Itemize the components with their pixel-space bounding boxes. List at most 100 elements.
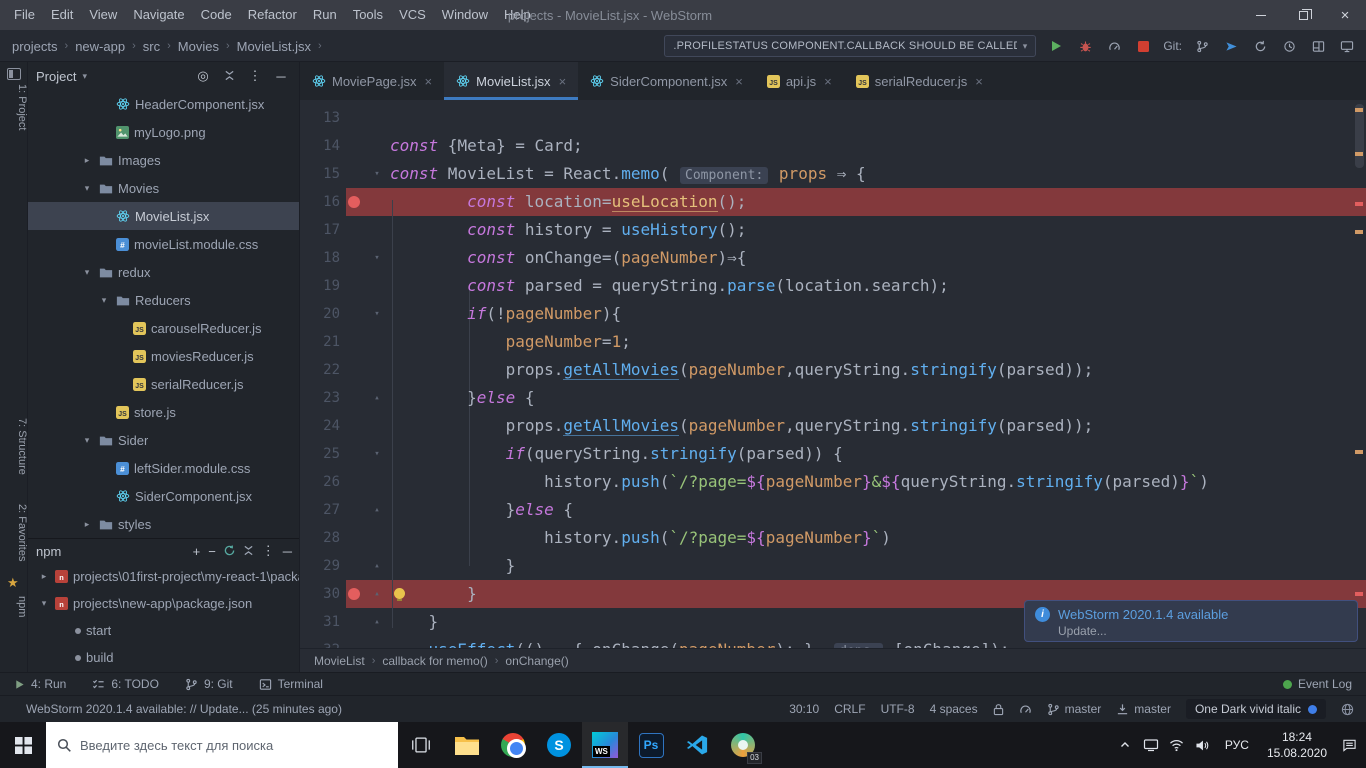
gauge-icon[interactable] bbox=[1019, 703, 1032, 716]
editor-breadcrumb-item[interactable]: callback for memo() bbox=[382, 654, 487, 668]
tree-item[interactable]: MovieList.jsx bbox=[28, 202, 299, 230]
code-line-29[interactable]: 29 ▴ } bbox=[300, 552, 1366, 580]
menu-refactor[interactable]: Refactor bbox=[240, 0, 305, 30]
gutter[interactable] bbox=[344, 608, 366, 636]
fold-icon[interactable]: ▴ bbox=[366, 608, 388, 636]
code-line-18[interactable]: 18 ▾ const onChange=(pageNumber)⇒{ bbox=[300, 244, 1366, 272]
menu-edit[interactable]: Edit bbox=[43, 0, 81, 30]
tree-item[interactable]: ▾ Movies bbox=[28, 174, 299, 202]
code-text[interactable] bbox=[388, 104, 1366, 132]
debug-button[interactable] bbox=[1076, 35, 1094, 57]
chevron-right-icon[interactable]: ▸ bbox=[80, 519, 94, 530]
chevron-down-icon[interactable]: ▾ bbox=[97, 295, 111, 306]
close-icon[interactable]: × bbox=[425, 74, 433, 89]
fold-icon[interactable]: ▴ bbox=[366, 496, 388, 524]
tree-item[interactable]: ▸ styles bbox=[28, 510, 299, 538]
code-text[interactable]: props.getAllMovies(pageNumber,queryStrin… bbox=[388, 356, 1366, 384]
gutter[interactable] bbox=[344, 328, 366, 356]
gutter[interactable] bbox=[344, 104, 366, 132]
scrollbar-thumb[interactable] bbox=[1355, 104, 1364, 168]
locate-file-icon[interactable]: ◎ bbox=[193, 68, 213, 84]
screen-icon[interactable] bbox=[1338, 35, 1356, 57]
chevron-down-icon[interactable]: ▾ bbox=[80, 435, 94, 446]
code-text[interactable]: history.push(`/?page=${pageNumber}&${que… bbox=[388, 468, 1366, 496]
gutter[interactable] bbox=[344, 440, 366, 468]
line-number[interactable]: 13 bbox=[300, 104, 344, 132]
tree-item[interactable]: ▾ Reducers bbox=[28, 286, 299, 314]
code-line-25[interactable]: 25 ▾ if(queryString.stringify(parsed)) { bbox=[300, 440, 1366, 468]
incoming-branch-widget[interactable]: master bbox=[1116, 702, 1171, 716]
fold-icon[interactable]: ▾ bbox=[366, 440, 388, 468]
fold-icon[interactable]: ▴ bbox=[366, 552, 388, 580]
line-number[interactable]: 14 bbox=[300, 132, 344, 160]
gutter[interactable] bbox=[344, 216, 366, 244]
error-mark[interactable] bbox=[1355, 202, 1363, 206]
webstorm-icon[interactable]: WS bbox=[582, 722, 628, 768]
photoshop-icon[interactable]: Ps bbox=[628, 722, 674, 768]
git-history-icon[interactable] bbox=[1280, 35, 1298, 57]
gutter[interactable] bbox=[344, 496, 366, 524]
tree-item[interactable]: ▸ Images bbox=[28, 146, 299, 174]
code-line-19[interactable]: 19 const parsed = queryString.parse(loca… bbox=[300, 272, 1366, 300]
gutter[interactable] bbox=[344, 412, 366, 440]
stop-button[interactable] bbox=[1134, 35, 1152, 57]
close-icon[interactable]: × bbox=[559, 74, 567, 89]
theme-chip[interactable]: One Dark vivid italic bbox=[1185, 699, 1326, 719]
fold-icon[interactable]: ▾ bbox=[366, 244, 388, 272]
npm-item[interactable]: start bbox=[28, 617, 299, 644]
code-text[interactable]: history.push(`/?page=${pageNumber}`) bbox=[388, 524, 1366, 552]
npm-item[interactable]: ▸ n projects\01first-project\my-react-1\pa… bbox=[28, 563, 299, 590]
notification-update-link[interactable]: Update... bbox=[1058, 624, 1228, 638]
refresh-icon[interactable] bbox=[224, 544, 235, 559]
chevron-down-icon[interactable]: ▾ bbox=[80, 267, 94, 278]
gutter[interactable] bbox=[344, 160, 366, 188]
breadcrumb-item[interactable]: Movies bbox=[178, 39, 219, 54]
more-options-icon[interactable]: ⋮ bbox=[245, 68, 265, 84]
breadcrumb-item[interactable]: projects bbox=[12, 39, 58, 54]
warning-mark[interactable] bbox=[1355, 108, 1363, 112]
code-text[interactable]: const {Meta} = Card; bbox=[388, 132, 1366, 160]
gutter[interactable] bbox=[344, 636, 366, 648]
breakpoint-dot[interactable] bbox=[348, 196, 360, 208]
line-number[interactable]: 22 bbox=[300, 356, 344, 384]
line-number[interactable]: 23 bbox=[300, 384, 344, 412]
chevron-right-icon[interactable]: ▸ bbox=[38, 571, 50, 582]
tree-item[interactable]: SiderComponent.jsx bbox=[28, 482, 299, 510]
close-icon[interactable]: × bbox=[975, 74, 983, 89]
gutter[interactable] bbox=[344, 132, 366, 160]
tab-MovieList.jsx[interactable]: MovieList.jsx × bbox=[444, 62, 579, 100]
code-line-21[interactable]: 21 pageNumber=1; bbox=[300, 328, 1366, 356]
line-number[interactable]: 21 bbox=[300, 328, 344, 356]
line-separator[interactable]: CRLF bbox=[834, 702, 865, 716]
stripe-structure[interactable]: 7: Structure bbox=[0, 418, 28, 475]
hide-panel-icon[interactable]: ─ bbox=[283, 544, 292, 559]
gutter[interactable] bbox=[344, 188, 366, 216]
warning-mark[interactable] bbox=[1355, 450, 1363, 454]
tree-item[interactable]: # leftSider.module.css bbox=[28, 454, 299, 482]
file-encoding[interactable]: UTF-8 bbox=[881, 702, 915, 716]
restore-button[interactable] bbox=[1282, 0, 1324, 30]
line-number[interactable]: 20 bbox=[300, 300, 344, 328]
code-line-15[interactable]: 15 ▾ const MovieList = React.memo( Compone… bbox=[300, 160, 1366, 188]
tree-item[interactable]: ▾ Sider bbox=[28, 426, 299, 454]
menu-run[interactable]: Run bbox=[305, 0, 345, 30]
breadcrumb-item[interactable]: src bbox=[143, 39, 160, 54]
code-line-26[interactable]: 26 history.push(`/?page=${pageNumber}&${… bbox=[300, 468, 1366, 496]
warning-mark[interactable] bbox=[1355, 230, 1363, 234]
tab-api.js[interactable]: JS api.js × bbox=[755, 62, 844, 100]
code-line-23[interactable]: 23 ▴ }else { bbox=[300, 384, 1366, 412]
hide-panel-icon[interactable]: ─ bbox=[271, 69, 291, 84]
gutter[interactable] bbox=[344, 468, 366, 496]
line-number[interactable]: 31 bbox=[300, 608, 344, 636]
caret-position[interactable]: 30:10 bbox=[789, 702, 819, 716]
code-text[interactable]: props.getAllMovies(pageNumber,queryStrin… bbox=[388, 412, 1366, 440]
close-button[interactable]: × bbox=[1324, 0, 1366, 30]
tab-serialReducer.js[interactable]: JS serialReducer.js × bbox=[844, 62, 995, 100]
gutter[interactable] bbox=[344, 524, 366, 552]
recorder-icon[interactable]: 03 bbox=[720, 722, 766, 768]
gutter[interactable] bbox=[344, 300, 366, 328]
stripe-favorites[interactable]: 2: Favorites bbox=[0, 504, 28, 561]
menu-code[interactable]: Code bbox=[193, 0, 240, 30]
status-message[interactable]: WebStorm 2020.1.4 available: // Update..… bbox=[26, 702, 342, 716]
collapse-all-icon[interactable] bbox=[243, 544, 254, 559]
